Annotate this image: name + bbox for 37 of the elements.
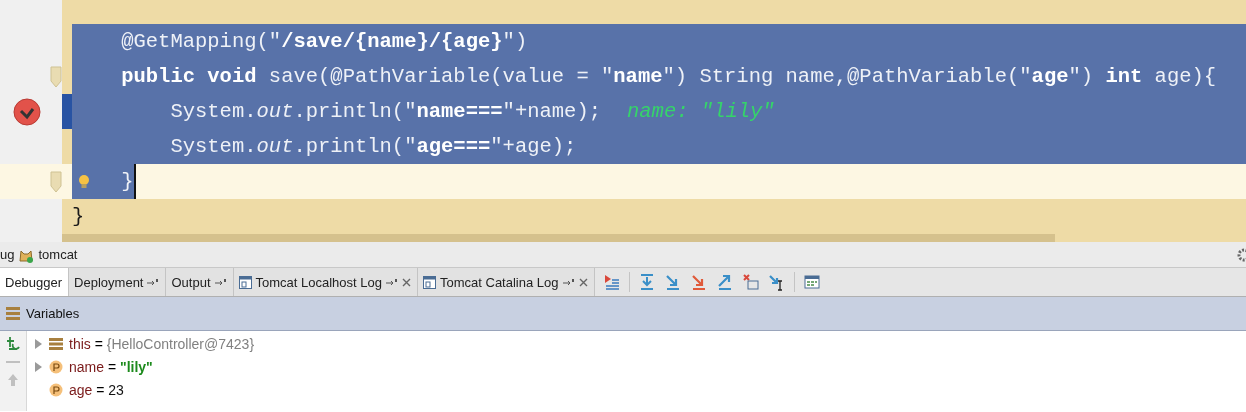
- watch-icon[interactable]: [5, 335, 21, 351]
- evaluate-expression-icon[interactable]: [802, 273, 821, 291]
- panel-tab[interactable]: Tomcat Catalina Log: [418, 268, 595, 296]
- panel-tab[interactable]: Output: [166, 268, 234, 296]
- lightbulb-icon[interactable]: [78, 174, 90, 189]
- show-execution-point-icon[interactable]: [602, 273, 621, 291]
- variable-entry[interactable]: name = "lily": [69, 358, 153, 375]
- panel-title-prefix: ug: [0, 247, 15, 262]
- variable-entry[interactable]: this = {HelloController@7423}: [69, 335, 255, 352]
- inline-value-hint: name: "lily": [627, 100, 775, 123]
- variables-title: Variables: [26, 306, 80, 321]
- parameter-icon: [49, 382, 63, 397]
- code-line: }: [72, 205, 85, 228]
- breakpoint-icon[interactable]: [13, 98, 41, 126]
- close-icon[interactable]: [402, 277, 411, 287]
- code-line: System.out.println("name==="+name);: [169, 100, 601, 123]
- step-into-icon[interactable]: [663, 273, 682, 291]
- execution-point-marker: [62, 94, 72, 129]
- drop-frame-icon[interactable]: [741, 273, 760, 291]
- horizontal-scrollbar[interactable]: [62, 234, 1055, 242]
- fold-marker-icon[interactable]: [50, 65, 62, 88]
- variables-icon: [6, 307, 20, 320]
- code-line: public void save(@PathVariable(value = "name") String name,@PathVariable("age") int age){: [120, 65, 1217, 88]
- code-line: @GetMapping("/save/{name}/{age}"): [120, 30, 528, 53]
- expand-arrow-icon[interactable]: [33, 338, 43, 349]
- panel-title: tomcat: [38, 247, 78, 262]
- panel-tab[interactable]: Debugger: [0, 268, 70, 296]
- fold-marker-icon[interactable]: [50, 170, 62, 193]
- variable-entry[interactable]: age = 23: [69, 381, 124, 398]
- close-icon[interactable]: [578, 277, 588, 287]
- panel-tab[interactable]: Tomcat Localhost Log: [233, 268, 418, 296]
- parameter-icon: [49, 359, 63, 374]
- force-step-into-icon[interactable]: [689, 273, 708, 291]
- panel-tab[interactable]: Deployment: [69, 268, 167, 296]
- field-list-icon: [49, 337, 63, 350]
- expand-arrow-icon[interactable]: [33, 361, 43, 372]
- code-line: System.out.println("age==="+age);: [169, 135, 577, 158]
